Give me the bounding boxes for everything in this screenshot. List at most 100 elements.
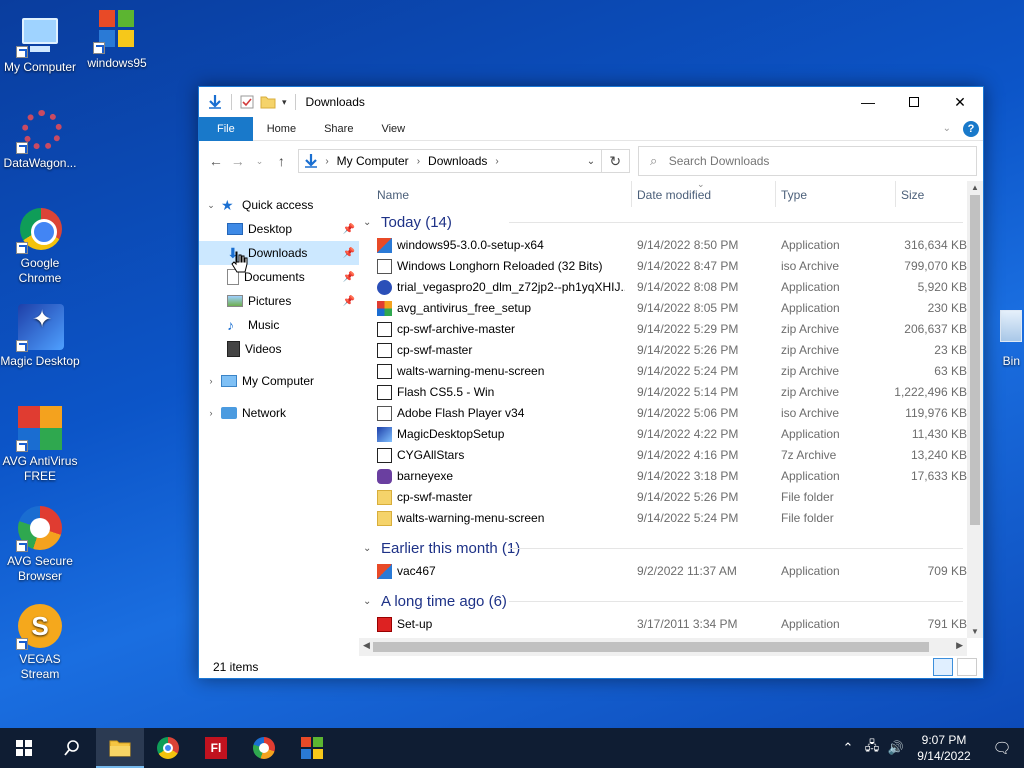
expand-chevron-icon[interactable]: › [205,376,217,386]
scroll-down-arrow-icon[interactable]: ▼ [967,627,983,636]
file-row[interactable]: walts-warning-menu-screen 9/14/2022 5:24 … [359,508,983,529]
desktop-icon-datawagon[interactable]: DataWagon... [0,106,80,171]
nav-item-pictures[interactable]: Pictures 📌 [199,289,359,313]
start-button[interactable] [0,728,48,768]
column-header-type[interactable]: Type [781,188,807,202]
horizontal-scroll-thumb[interactable] [373,642,929,652]
up-button[interactable]: ↑ [270,153,292,169]
collapse-chevron-icon[interactable]: ⌄ [205,200,217,211]
collapse-chevron-icon[interactable]: ⌄ [363,217,377,228]
properties-icon[interactable] [240,95,254,109]
nav-item-desktop[interactable]: Desktop 📌 [199,217,359,241]
taskbar-chrome[interactable] [144,728,192,768]
group-header[interactable]: ⌄ Today (14) [359,209,983,235]
desktop-icon-magic-desktop[interactable]: Magic Desktop [0,304,80,369]
file-row[interactable]: avg_antivirus_free_setup 9/14/2022 8:05 P… [359,298,983,319]
nav-item-downloads[interactable]: ⬇ Downloads 📌 [199,241,359,265]
desktop-icon-avg-secure-browser[interactable]: AVG Secure Browser [0,504,80,584]
column-header-date[interactable]: Date modified [637,188,711,202]
file-row[interactable]: MagicDesktopSetup 9/14/2022 4:22 PM Applic… [359,424,983,445]
maximize-button[interactable] [891,87,937,117]
file-row[interactable]: Flash CS5.5 - Win 9/14/2022 5:14 PM zip Ar… [359,382,983,403]
breadcrumb-downloads[interactable]: Downloads [428,154,487,168]
expand-ribbon-icon[interactable]: ⌄ [943,123,951,134]
expand-chevron-icon[interactable]: › [205,408,217,418]
new-folder-icon[interactable] [260,95,276,109]
group-header[interactable]: ⌄ Earlier this month (1) [359,535,983,561]
file-row[interactable]: barneyexe 9/14/2022 3:18 PM Application 17,… [359,466,983,487]
desktop-icon-google-chrome[interactable]: Google Chrome [0,206,80,286]
pin-icon[interactable]: 📌 [343,248,355,259]
breadcrumb-my-computer[interactable]: My Computer [337,154,409,168]
nav-network[interactable]: › Network [199,401,359,425]
file-row[interactable]: vac467 9/2/2022 11:37 AM Application 709 KB [359,561,983,582]
desktop-icon-vegas-stream[interactable]: S VEGAS Stream [0,602,80,682]
volume-icon[interactable]: 🔊 [884,740,908,756]
pin-icon[interactable]: 📌 [343,296,355,307]
desktop-icon-my-computer[interactable]: My Computer [0,10,80,75]
file-row[interactable]: windows95-3.0.0-setup-x64 9/14/2022 8:50 … [359,235,983,256]
file-row[interactable]: Set-up 3/17/2011 3:34 PM Application 791 KB [359,614,983,635]
file-size: 709 KB [927,564,967,578]
refresh-button[interactable]: ↻ [601,149,630,173]
address-dropdown-icon[interactable]: ⌄ [581,156,601,167]
minimize-button[interactable]: — [845,87,891,117]
back-button[interactable]: ← [205,153,227,169]
tab-share[interactable]: Share [310,117,367,141]
file-row[interactable]: Windows Longhorn Reloaded (32 Bits) 9/14/… [359,256,983,277]
desktop-icon-windows95[interactable]: windows95 [77,6,157,71]
nav-item-videos[interactable]: Videos [199,337,359,361]
help-icon[interactable]: ? [963,120,979,137]
collapse-chevron-icon[interactable]: ⌄ [363,543,377,554]
group-header[interactable]: ⌄ A long time ago (6) [359,588,983,614]
file-row[interactable]: cp-swf-master 9/14/2022 5:26 PM File folde… [359,487,983,508]
file-row[interactable]: cp-swf-archive-master 9/14/2022 5:29 PM zi… [359,319,983,340]
recent-locations-button[interactable]: ⌄ [249,156,271,167]
details-view-button[interactable] [933,658,953,676]
notification-center-icon[interactable]: 🗨 [980,739,1024,757]
search-input[interactable] [668,154,949,168]
search-button[interactable] [48,728,96,768]
large-icons-view-button[interactable] [957,658,977,676]
taskbar-windows95[interactable] [288,728,336,768]
file-row[interactable]: CYGAllStars 9/14/2022 4:16 PM 7z Archive 13… [359,445,983,466]
tab-view[interactable]: View [367,117,419,141]
close-button[interactable]: ✕ [937,87,983,117]
file-row[interactable]: cp-swf-master 9/14/2022 5:26 PM zip Archiv… [359,340,983,361]
network-icon[interactable]: 🖧 [860,737,884,759]
tab-file[interactable]: File [199,116,253,141]
taskbar-file-explorer[interactable] [96,728,144,768]
clock[interactable]: 9:07 PM 9/14/2022 [908,732,980,764]
forward-button[interactable]: → [227,153,249,169]
vertical-scroll-thumb[interactable] [970,195,980,525]
search-box[interactable]: ⌕ [637,146,977,176]
vertical-scrollbar[interactable]: ▲ ▼ [967,181,983,638]
scroll-left-arrow-icon[interactable]: ◀ [363,640,370,651]
file-row[interactable]: walts-warning-menu-screen 9/14/2022 5:24 … [359,361,983,382]
breadcrumb-chevron-icon[interactable]: › [417,156,420,167]
pin-icon[interactable]: 📌 [343,272,355,283]
taskbar-flash[interactable]: Fl [192,728,240,768]
nav-item-documents[interactable]: Documents 📌 [199,265,359,289]
scroll-right-arrow-icon[interactable]: ▶ [956,640,963,651]
nav-my-computer[interactable]: › My Computer [199,369,359,393]
collapse-chevron-icon[interactable]: ⌄ [363,596,377,607]
desktop-icon-avg-antivirus[interactable]: AVG AntiVirus FREE [0,404,80,484]
nav-item-music[interactable]: ♪ Music [199,313,359,337]
taskbar-avg-browser[interactable] [240,728,288,768]
nav-quick-access[interactable]: ⌄ ★ Quick access [199,193,359,217]
qat-dropdown-icon[interactable]: ▾ [282,97,287,108]
scroll-up-arrow-icon[interactable]: ▲ [967,183,983,192]
pin-icon[interactable]: 📌 [343,224,355,235]
horizontal-scrollbar[interactable]: ◀ ▶ [359,638,967,656]
desktop-icon-recycle-bin[interactable]: Bin [984,300,1024,380]
column-header-name[interactable]: Name [377,188,409,202]
file-row[interactable]: trial_vegaspro20_dlm_z72jp2--ph1yqXHIJ..… [359,277,983,298]
tab-home[interactable]: Home [253,117,310,141]
column-header-size[interactable]: Size [901,188,924,202]
breadcrumb-chevron-icon[interactable]: › [325,156,328,167]
address-bar[interactable]: › My Computer › Downloads › ⌄ [298,149,602,173]
file-row[interactable]: Adobe Flash Player v34 9/14/2022 5:06 PM i… [359,403,983,424]
show-hidden-icons-chevron-icon[interactable]: ⌃ [836,740,860,756]
breadcrumb-chevron-icon[interactable]: › [495,156,498,167]
